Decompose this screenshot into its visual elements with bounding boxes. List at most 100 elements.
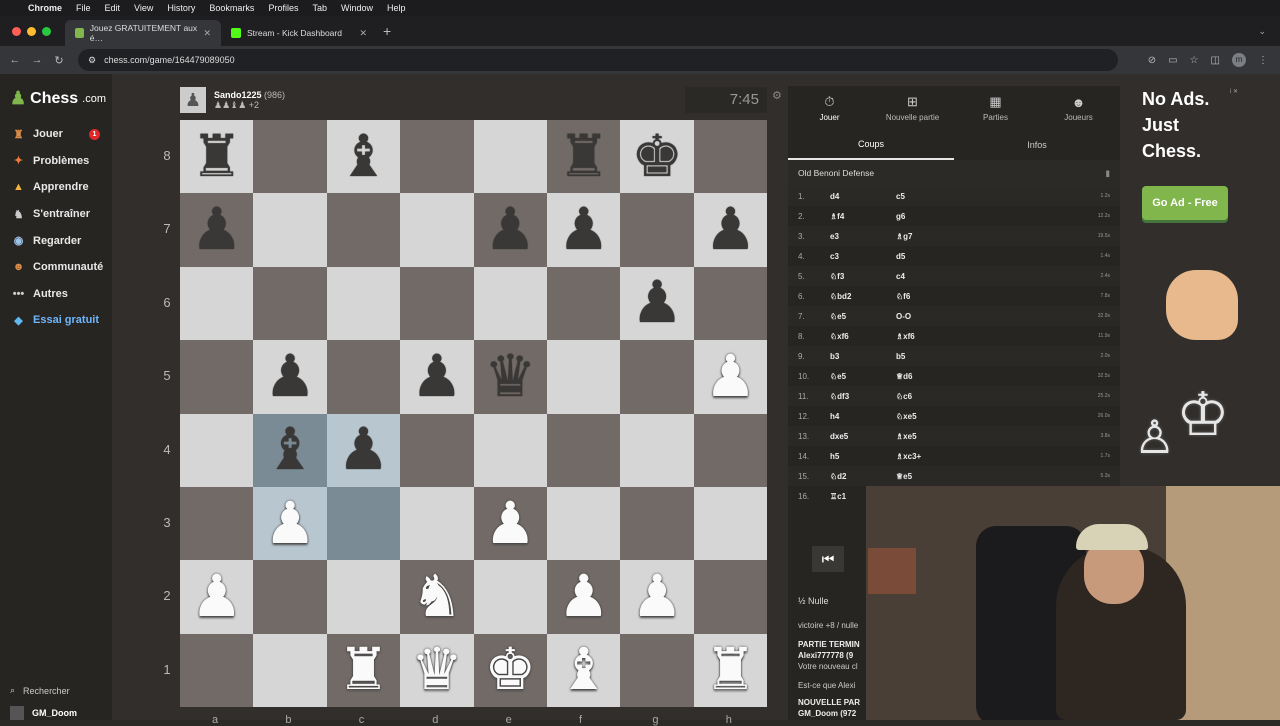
- square-e4[interactable]: [473, 413, 547, 487]
- square-h6[interactable]: [693, 266, 768, 341]
- menu-help[interactable]: Help: [387, 3, 406, 13]
- square-d1[interactable]: ♛: [400, 633, 474, 708]
- square-h5[interactable]: ♟: [693, 340, 768, 414]
- menu-window[interactable]: Window: [341, 3, 373, 13]
- black-king-icon[interactable]: ♚: [631, 127, 683, 186]
- square-f2[interactable]: ♟: [547, 560, 621, 634]
- black-move[interactable]: ♗g7: [896, 232, 1066, 241]
- square-a2[interactable]: ♟: [180, 560, 254, 634]
- square-c5[interactable]: [326, 340, 401, 414]
- square-f7[interactable]: ♟: [547, 193, 621, 267]
- square-b8[interactable]: [253, 120, 327, 194]
- white-pawn-icon[interactable]: ♟: [704, 347, 756, 406]
- square-h2[interactable]: [693, 560, 768, 634]
- white-bishop-icon[interactable]: ♝: [558, 641, 610, 699]
- maximize-window-button[interactable]: [42, 26, 51, 36]
- menu-bookmarks[interactable]: Bookmarks: [209, 3, 254, 13]
- square-g5[interactable]: [620, 340, 694, 414]
- square-g1[interactable]: [620, 633, 694, 708]
- cast-icon[interactable]: ▭: [1168, 55, 1177, 66]
- go-ad-free-button[interactable]: Go Ad - Free: [1142, 186, 1228, 220]
- square-c6[interactable]: [326, 266, 401, 341]
- white-pawn-icon[interactable]: ♟: [631, 568, 683, 626]
- square-f5[interactable]: [547, 340, 621, 414]
- black-move[interactable]: d5: [896, 252, 1066, 261]
- black-move[interactable]: ♗xc3+: [896, 452, 1066, 461]
- square-e2[interactable]: [473, 560, 547, 634]
- square-f8[interactable]: ♜: [547, 120, 621, 194]
- square-a1[interactable]: [180, 633, 254, 708]
- menu-view[interactable]: View: [134, 3, 153, 13]
- square-f3[interactable]: [547, 487, 621, 561]
- square-c7[interactable]: [326, 193, 401, 267]
- square-h7[interactable]: ♟: [693, 193, 768, 267]
- hide-icon[interactable]: ⊘: [1148, 55, 1156, 66]
- sidebar-item-essai-gratuit[interactable]: ◆ Essai gratuit: [0, 307, 112, 334]
- reload-icon[interactable]: ↻: [48, 54, 70, 67]
- square-a6[interactable]: [180, 266, 254, 341]
- square-g6[interactable]: ♟: [620, 266, 694, 341]
- black-pawn-icon[interactable]: ♟: [411, 347, 463, 406]
- white-move[interactable]: ♘f3: [830, 272, 896, 281]
- square-g7[interactable]: [620, 193, 694, 267]
- sidebar-user[interactable]: GM_Doom: [10, 706, 77, 720]
- black-pawn-icon[interactable]: ♟: [264, 347, 316, 406]
- white-pawn-icon[interactable]: ♟: [484, 494, 536, 553]
- square-g4[interactable]: [620, 413, 694, 487]
- white-move[interactable]: dxe5: [830, 432, 896, 441]
- white-move[interactable]: c3: [830, 252, 896, 261]
- black-pawn-icon[interactable]: ♟: [704, 201, 756, 259]
- first-move-button[interactable]: ⏮: [812, 546, 844, 572]
- white-move[interactable]: ♘e5: [830, 372, 896, 381]
- square-d7[interactable]: [400, 193, 474, 267]
- chess-board[interactable]: ♜ ♝ ♜ ♚ ♟ ♟ ♟ ♟ ♟ ♟ ♟ ♛ ♟ ♝ ♟ ♟ ♟ ♟ ♞ ♟ ♟ ♜ ♛ ♚ ♝ ♜: [180, 120, 768, 708]
- square-d6[interactable]: [400, 266, 474, 341]
- square-a8[interactable]: ♜: [180, 120, 254, 194]
- opponent-name[interactable]: Sando1225 (986): [214, 90, 285, 100]
- white-rook-icon[interactable]: ♜: [704, 641, 756, 699]
- black-pawn-icon[interactable]: ♟: [337, 421, 389, 479]
- black-pawn-icon[interactable]: ♟: [631, 274, 683, 332]
- black-move[interactable]: c4: [896, 272, 1066, 281]
- sidebar-item-autres[interactable]: ••• Autres: [0, 281, 112, 308]
- square-c4[interactable]: ♟: [326, 413, 401, 487]
- tab-nouvelle-partie[interactable]: ⊞ Nouvelle partie: [871, 86, 954, 130]
- white-move[interactable]: ♘df3: [830, 392, 896, 401]
- menu-tab[interactable]: Tab: [312, 3, 327, 13]
- square-g8[interactable]: ♚: [620, 120, 694, 194]
- white-pawn-icon[interactable]: ♟: [264, 494, 316, 553]
- white-move[interactable]: ♘bd2: [830, 292, 896, 301]
- square-d3[interactable]: [400, 487, 474, 561]
- forward-icon[interactable]: →: [26, 54, 48, 66]
- sidebar-search[interactable]: ⌕ Rechercher: [10, 685, 70, 696]
- white-king-icon[interactable]: ♚: [484, 641, 536, 699]
- square-b2[interactable]: [253, 560, 327, 634]
- white-knight-icon[interactable]: ♞: [411, 568, 463, 626]
- square-b7[interactable]: [253, 193, 327, 267]
- extensions-icon[interactable]: ◫: [1211, 55, 1220, 66]
- white-move[interactable]: d4: [830, 192, 896, 201]
- white-pawn-icon[interactable]: ♟: [191, 568, 243, 626]
- square-c3[interactable]: [326, 487, 401, 561]
- square-f1[interactable]: ♝: [547, 633, 621, 708]
- square-g3[interactable]: [620, 487, 694, 561]
- tab-joueurs[interactable]: ☻ Joueurs: [1037, 86, 1120, 130]
- sidebar-item-entrainer[interactable]: ♞ S'entraîner: [0, 201, 112, 228]
- black-move[interactable]: ♗xe5: [896, 432, 1066, 441]
- square-e8[interactable]: [473, 120, 547, 194]
- square-h8[interactable]: [693, 120, 768, 194]
- square-b1[interactable]: [253, 633, 327, 708]
- ad-info-icon[interactable]: i ✕: [1230, 88, 1238, 95]
- black-move[interactable]: ♕e5: [896, 472, 1066, 481]
- black-bishop-icon[interactable]: ♝: [264, 421, 316, 479]
- black-move[interactable]: b5: [896, 352, 1066, 361]
- square-f6[interactable]: [547, 266, 621, 341]
- subtab-coups[interactable]: Coups: [788, 130, 954, 160]
- menu-edit[interactable]: Edit: [105, 3, 121, 13]
- subtab-infos[interactable]: Infos: [954, 130, 1120, 160]
- square-a7[interactable]: ♟: [180, 193, 254, 267]
- square-a5[interactable]: [180, 340, 254, 414]
- browser-tab-chess[interactable]: Jouez GRATUITEMENT aux é… ✕: [65, 20, 221, 46]
- square-g2[interactable]: ♟: [620, 560, 694, 634]
- black-rook-icon[interactable]: ♜: [191, 127, 243, 186]
